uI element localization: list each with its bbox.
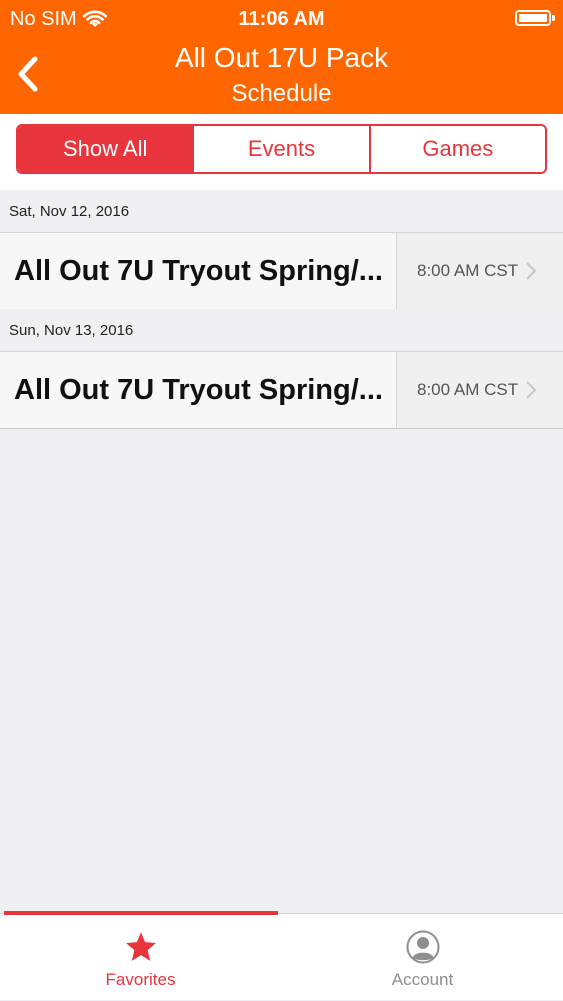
- tab-bar: Favorites Account: [0, 911, 563, 1001]
- schedule-row[interactable]: All Out 7U Tryout Spring/... 8:00 AM CST: [0, 351, 563, 429]
- schedule-row[interactable]: All Out 7U Tryout Spring/... 8:00 AM CST: [0, 232, 563, 310]
- filter-segmented-control: Show All Events Games: [16, 124, 547, 174]
- event-title: All Out 7U Tryout Spring/...: [14, 254, 383, 287]
- account-icon: [406, 930, 439, 964]
- chevron-right-icon: [526, 262, 537, 280]
- star-icon: [125, 932, 156, 961]
- tab-account[interactable]: Account: [282, 914, 563, 1001]
- battery-icon: [515, 10, 555, 26]
- date-section-header: Sat, Nov 12, 2016: [0, 190, 563, 232]
- filter-bar: Show All Events Games: [0, 114, 563, 190]
- date-section-header: Sun, Nov 13, 2016: [0, 309, 563, 351]
- event-time: 8:00 AM CST: [417, 261, 519, 280]
- page-title: All Out 17U Pack: [174, 42, 389, 73]
- tab-label: Account: [391, 970, 454, 989]
- segment-events[interactable]: Events: [192, 126, 368, 172]
- page-subtitle: Schedule: [231, 80, 332, 107]
- navigation-header: No SIM 11:06 AM All Out 17U Pack Schedul…: [0, 0, 563, 114]
- tab-label: Favorites: [105, 970, 176, 989]
- status-time: 11:06 AM: [238, 8, 325, 30]
- event-time-cell: 8:00 AM CST: [396, 233, 563, 309]
- segment-games[interactable]: Games: [368, 126, 545, 172]
- segment-show-all[interactable]: Show All: [18, 126, 193, 172]
- tab-favorites[interactable]: Favorites: [0, 914, 281, 1001]
- event-time-cell: 8:00 AM CST: [396, 352, 563, 428]
- event-title: All Out 7U Tryout Spring/...: [14, 373, 383, 406]
- event-time: 8:00 AM CST: [417, 380, 519, 399]
- chevron-right-icon: [526, 381, 537, 399]
- status-bar: No SIM 11:06 AM: [0, 0, 563, 38]
